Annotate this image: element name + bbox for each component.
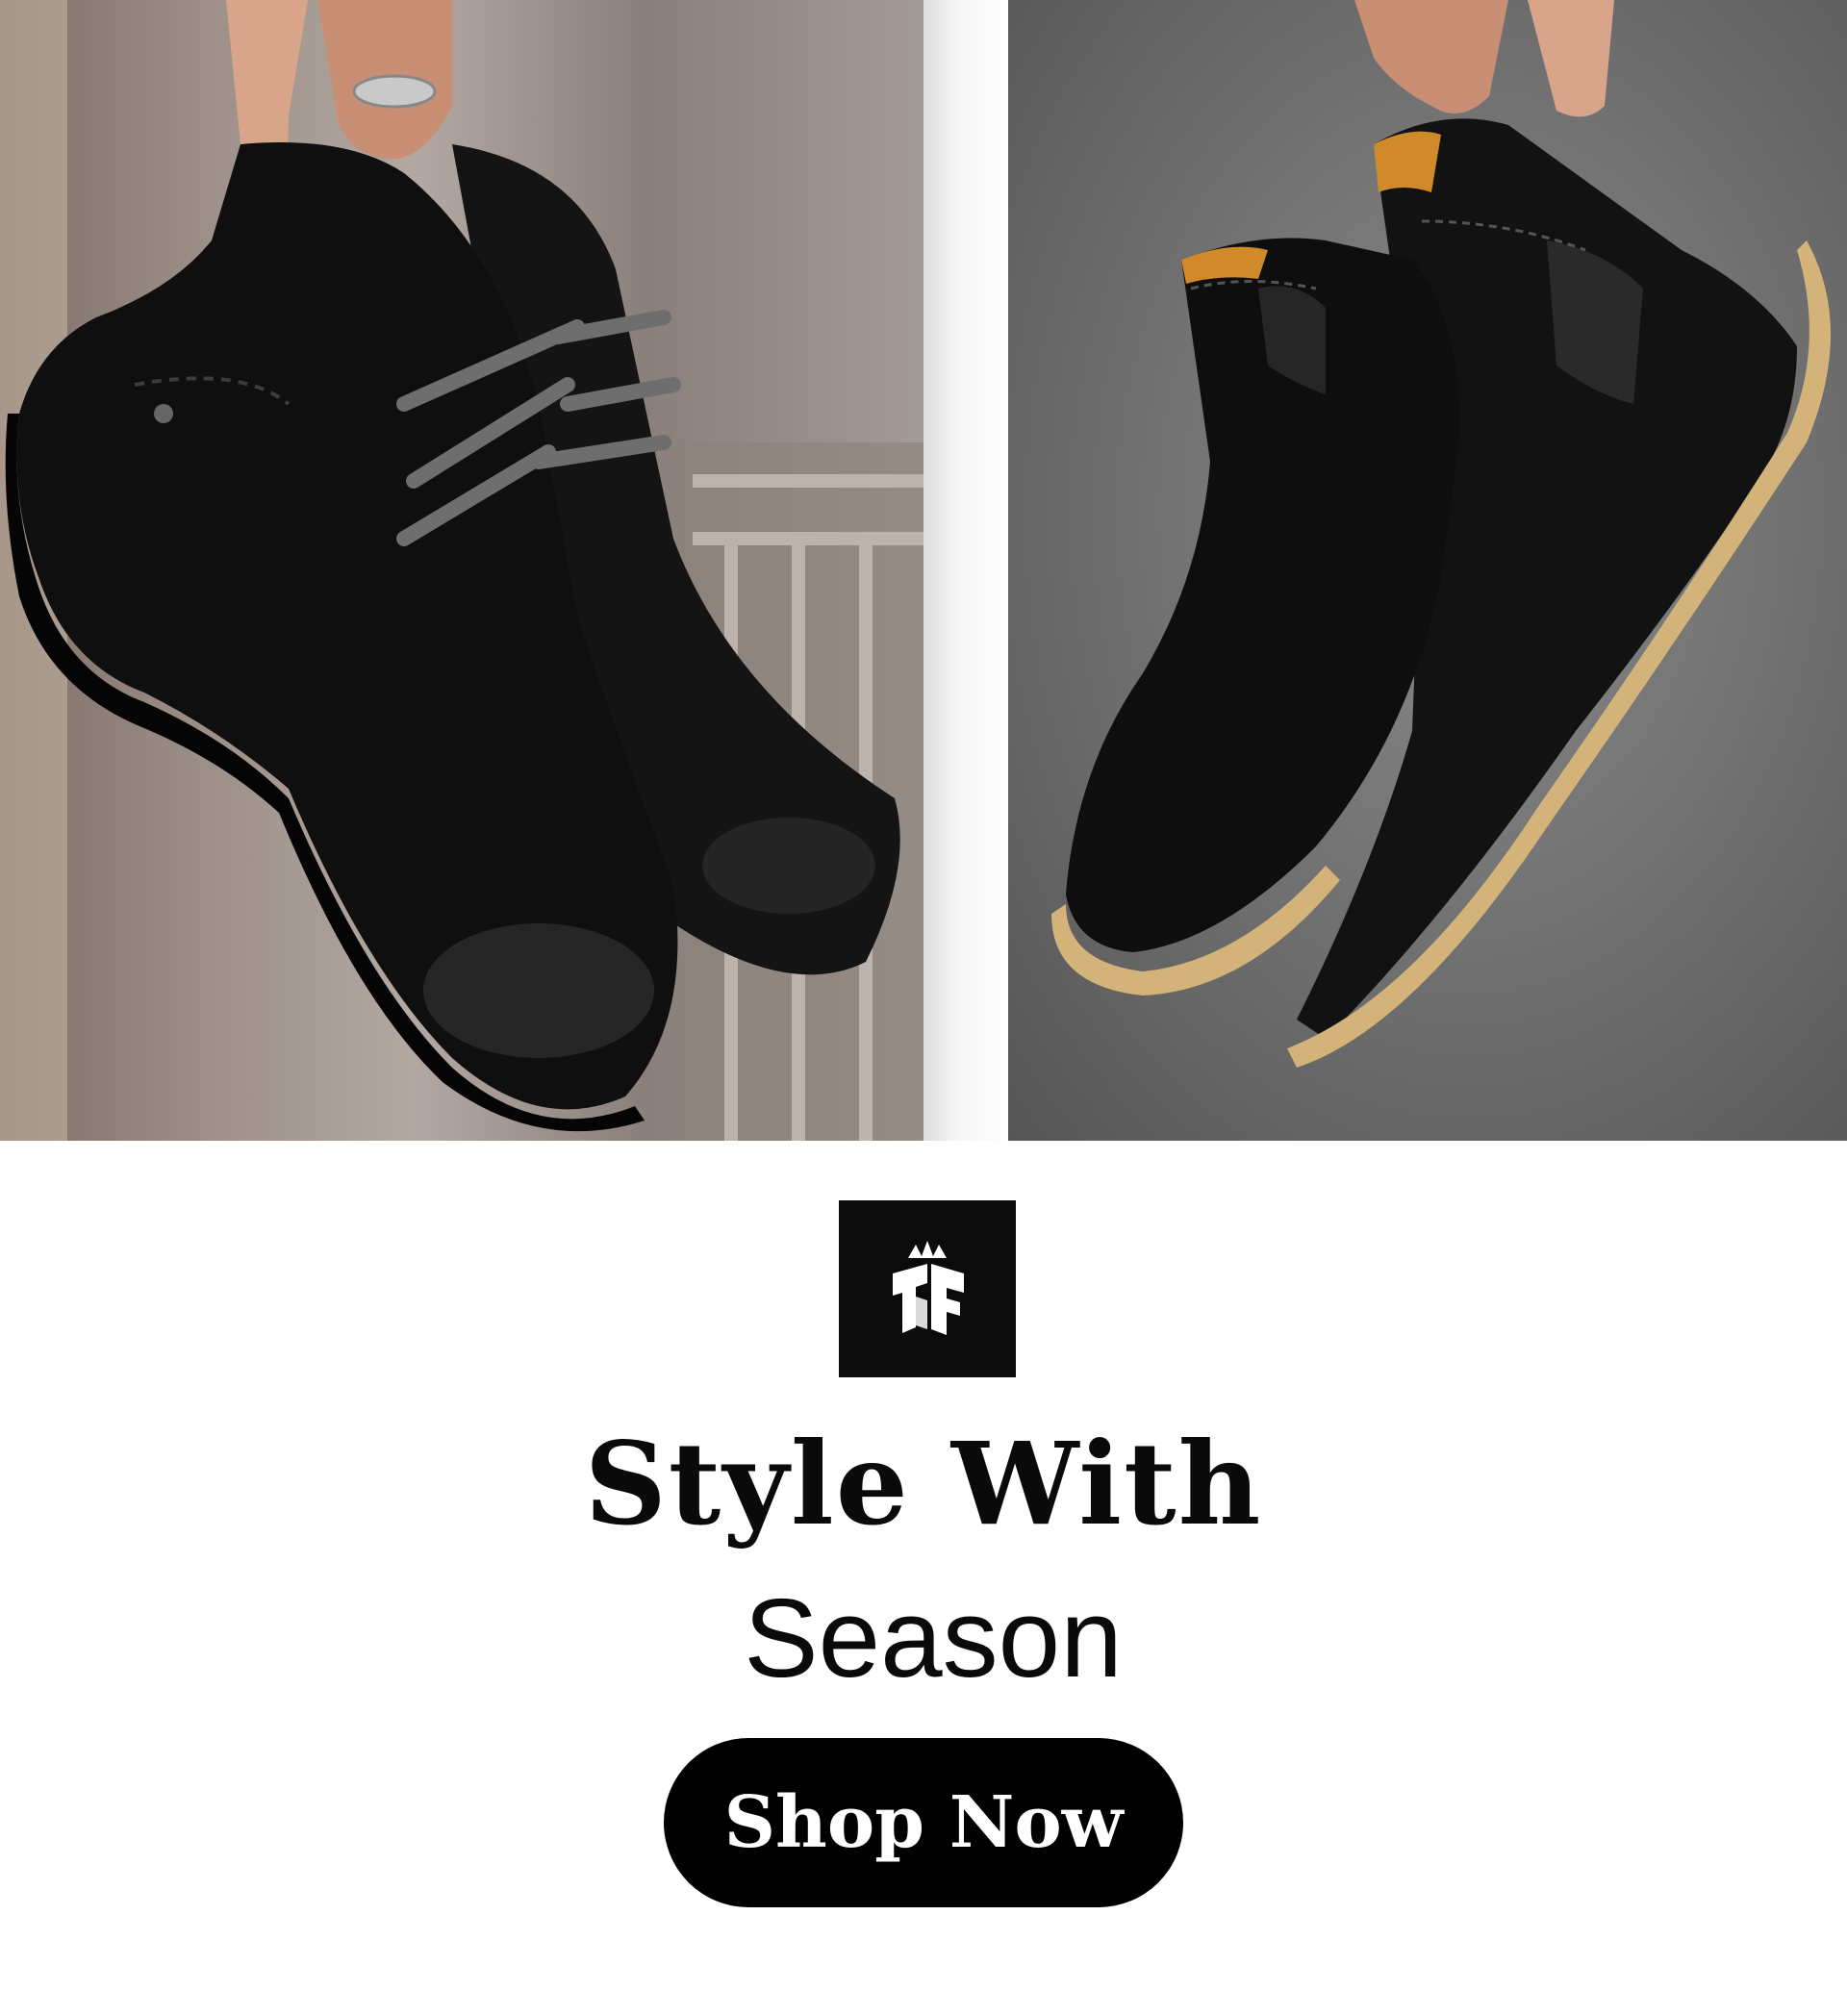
shop-now-button[interactable]: Shop Now (664, 1738, 1183, 1907)
product-image-chelsea-boots[interactable] (1008, 0, 1847, 1141)
image-divider (924, 0, 1008, 1141)
product-image-chukka-boots[interactable] (0, 0, 924, 1141)
chelsea-boots-illustration (1051, 0, 1831, 1068)
chukka-boots-illustration (0, 0, 924, 1141)
headline-subtitle: Season (744, 1575, 1123, 1701)
headline-title: Style With (584, 1417, 1263, 1550)
promo-banner: Style With Season Shop Now (0, 0, 1847, 2016)
brand-logo[interactable] (839, 1200, 1016, 1377)
crown-monogram-icon (893, 1241, 964, 1335)
